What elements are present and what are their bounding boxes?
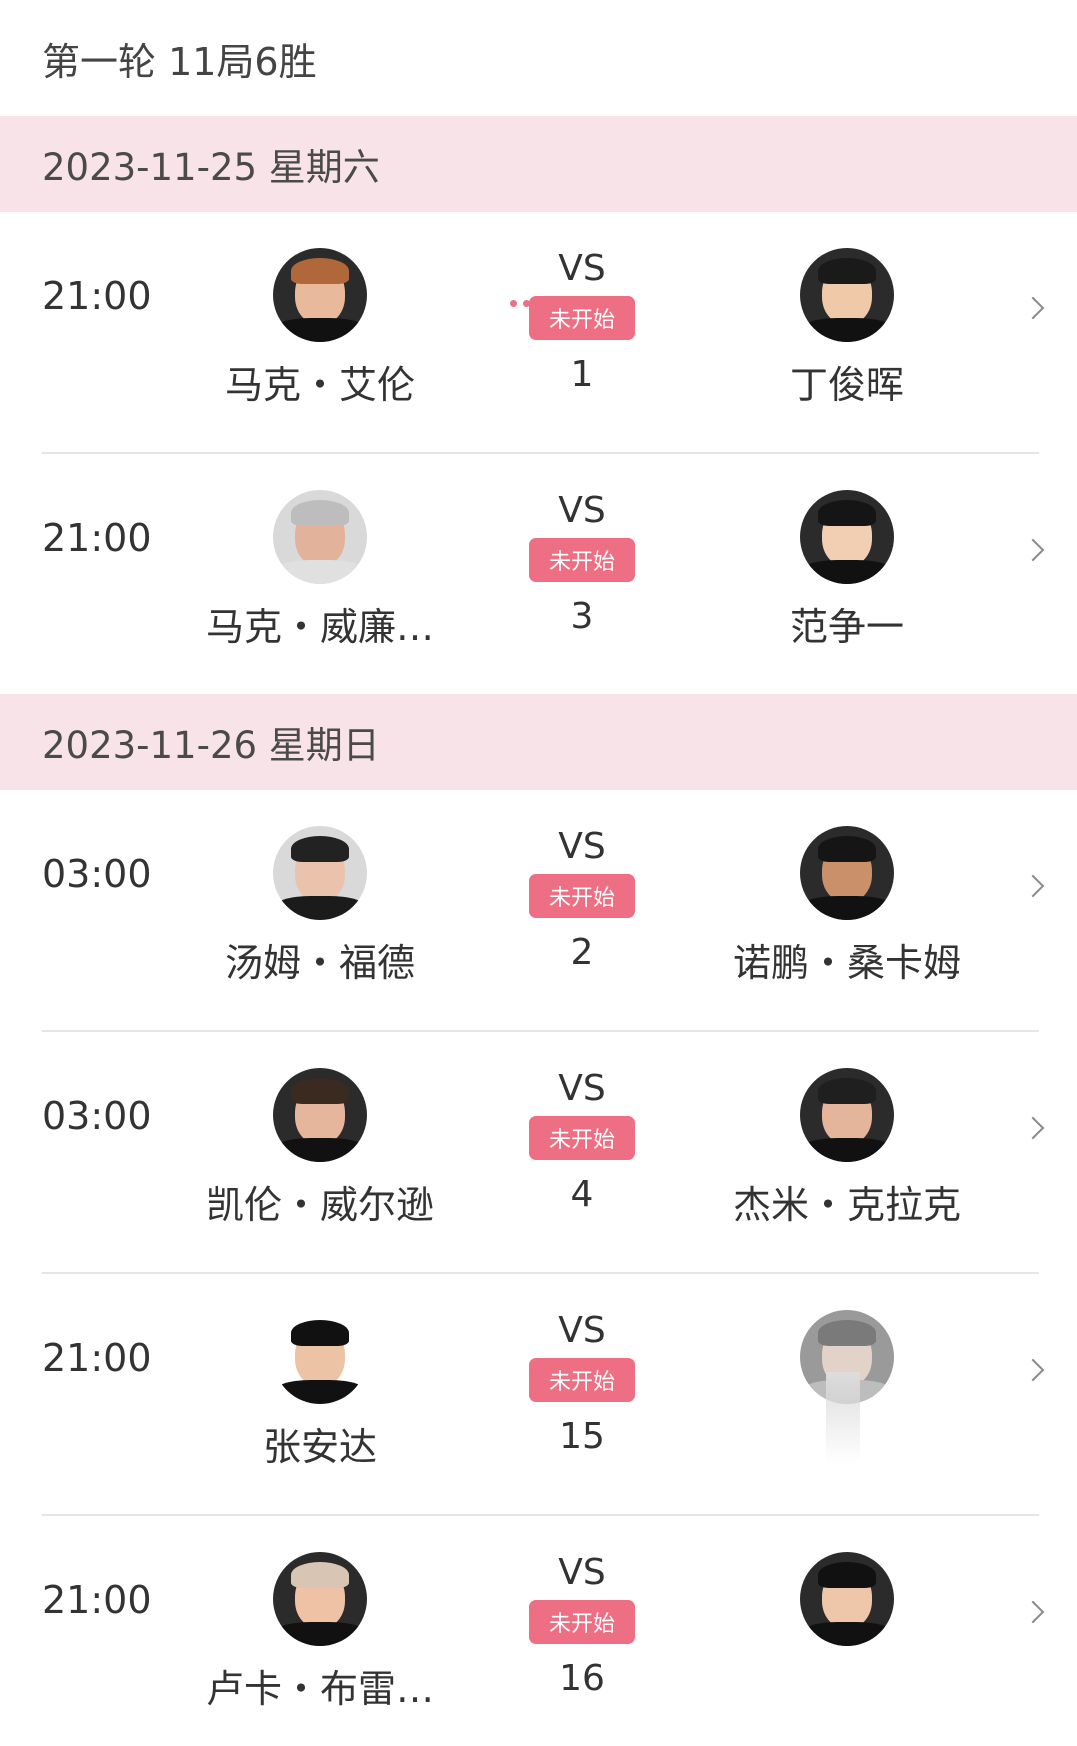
match-number: 2 — [570, 932, 594, 973]
chevron-right-icon[interactable] — [1021, 538, 1045, 562]
player-avatar — [800, 1068, 894, 1162]
match-number: 1 — [570, 354, 594, 395]
match-center: VS 未开始 16 — [522, 1552, 642, 1699]
round-title: 第一轮 11局6胜 — [42, 39, 317, 84]
player-name: 范争一 — [789, 605, 904, 649]
chevron-right-icon[interactable] — [1021, 1358, 1045, 1382]
player-name: 丁俊晖 — [789, 363, 904, 407]
player-avatar — [273, 1552, 367, 1646]
match-center: VS 未开始 1 — [522, 248, 642, 395]
left-player[interactable]: 凯伦・威尔逊 — [170, 1068, 470, 1229]
image-fade — [826, 1372, 860, 1464]
match-time: 03:00 — [42, 852, 152, 896]
player-avatar — [273, 826, 367, 920]
match-number: 3 — [570, 596, 594, 637]
right-player[interactable]: 诺鹏・桑卡姆 — [697, 826, 997, 987]
status-badge: 未开始 — [528, 1600, 635, 1644]
right-player[interactable] — [697, 1552, 997, 1658]
match-time: 21:00 — [42, 516, 152, 560]
player-name: 马克・艾伦 — [224, 363, 415, 407]
player-name: 凯伦・威尔逊 — [205, 1183, 434, 1227]
player-avatar — [800, 826, 894, 920]
vs-label: VS — [558, 1310, 606, 1351]
left-player[interactable]: 马克・威廉… — [170, 490, 470, 651]
left-player[interactable]: 汤姆・福德 — [170, 826, 470, 987]
player-name: 卢卡・布雷… — [205, 1667, 434, 1711]
vs-label: VS — [558, 490, 606, 531]
chevron-right-icon[interactable] — [1021, 1600, 1045, 1624]
right-player[interactable]: 丁俊晖 — [697, 248, 997, 409]
vs-label: VS — [558, 1068, 606, 1109]
status-badge: 未开始 — [528, 874, 635, 918]
match-time: 21:00 — [42, 274, 152, 318]
chevron-right-icon[interactable] — [1021, 296, 1045, 320]
match-time: 21:00 — [42, 1578, 152, 1622]
loading-dots-icon — [510, 292, 536, 311]
player-avatar — [273, 490, 367, 584]
match-row[interactable]: 21:00 马克・威廉… VS 未开始 3 范争一 — [0, 454, 1077, 694]
player-name: 马克・威廉… — [205, 605, 434, 649]
player-name: 汤姆・福德 — [224, 941, 415, 985]
match-row[interactable]: 21:00 马克・艾伦 VS 未开始 1 丁俊晖 — [0, 212, 1077, 452]
match-time: 03:00 — [42, 1094, 152, 1138]
left-player[interactable]: 马克・艾伦 — [170, 248, 470, 409]
match-number: 4 — [570, 1174, 594, 1215]
player-avatar — [273, 1068, 367, 1162]
chevron-right-icon[interactable] — [1021, 874, 1045, 898]
player-name: 诺鹏・桑卡姆 — [732, 941, 961, 985]
player-avatar — [800, 490, 894, 584]
right-player[interactable]: 范争一 — [697, 490, 997, 651]
status-badge: 未开始 — [528, 538, 635, 582]
player-name: 杰米・克拉克 — [732, 1183, 961, 1227]
vs-label: VS — [558, 248, 606, 289]
match-number: 15 — [559, 1416, 605, 1457]
match-row[interactable]: 21:00 张安达 VS 未开始 15 — [0, 1274, 1077, 1514]
date-header: 2023-11-26 星期日 — [0, 694, 1077, 790]
date-header: 2023-11-25 星期六 — [0, 116, 1077, 212]
match-center: VS 未开始 2 — [522, 826, 642, 973]
vs-label: VS — [558, 826, 606, 867]
vs-label: VS — [558, 1552, 606, 1593]
match-row[interactable]: 03:00 汤姆・福德 VS 未开始 2 诺鹏・桑卡姆 — [0, 790, 1077, 1030]
left-player[interactable]: 张安达 — [170, 1310, 470, 1471]
player-avatar — [273, 1310, 367, 1404]
match-center: VS 未开始 4 — [522, 1068, 642, 1215]
status-badge: 未开始 — [528, 1116, 635, 1160]
match-center: VS 未开始 15 — [522, 1310, 642, 1457]
player-avatar — [800, 1552, 894, 1646]
chevron-right-icon[interactable] — [1021, 1116, 1045, 1140]
status-badge: 未开始 — [528, 296, 635, 340]
left-player[interactable]: 卢卡・布雷… — [170, 1552, 470, 1713]
player-avatar — [273, 248, 367, 342]
match-row[interactable]: 21:00 卢卡・布雷… VS 未开始 16 — [0, 1516, 1077, 1746]
match-number: 16 — [559, 1658, 605, 1699]
match-center: VS 未开始 3 — [522, 490, 642, 637]
right-player[interactable]: 杰米・克拉克 — [697, 1068, 997, 1229]
player-name: 张安达 — [262, 1425, 377, 1469]
player-avatar — [800, 248, 894, 342]
match-row[interactable]: 03:00 凯伦・威尔逊 VS 未开始 4 杰米・克拉克 — [0, 1032, 1077, 1272]
status-badge: 未开始 — [528, 1358, 635, 1402]
match-time: 21:00 — [42, 1336, 152, 1380]
